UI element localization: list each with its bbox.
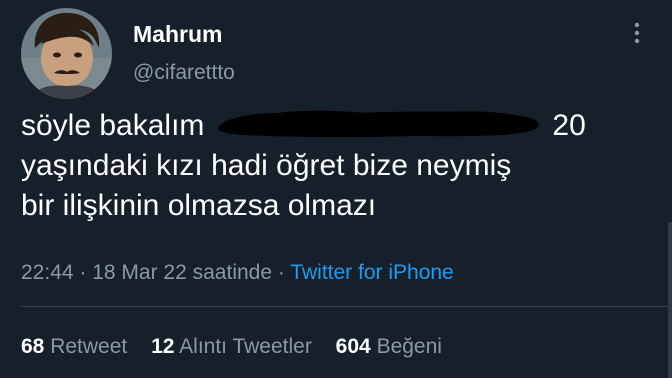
tweet-meta: 22:44 · 18 Mar 22 saatinde · Twitter for… bbox=[21, 260, 454, 286]
tweet-line-3: bir ilişkinin olmazsa olmazı bbox=[21, 189, 377, 222]
scrollbar[interactable] bbox=[668, 222, 672, 378]
tweet-card: Mahrum @cifaretttо söyle bakalım 20 yaşı… bbox=[0, 0, 672, 378]
tweet-date[interactable]: 18 Mar 22 saatinde bbox=[92, 261, 272, 284]
avatar[interactable] bbox=[21, 8, 112, 99]
divider bbox=[21, 306, 672, 307]
tweet-stats: 68 Retweet 12 Alıntı Tweetler 604 Beğeni bbox=[21, 333, 460, 361]
tweet-time[interactable]: 22:44 bbox=[21, 261, 74, 284]
retweet-count[interactable]: 68 Retweet bbox=[21, 333, 127, 361]
tweet-text-start: söyle bakalım bbox=[21, 109, 205, 142]
tweet-line-1: söyle bakalım 20 bbox=[21, 106, 661, 146]
user-handle[interactable]: @cifaretttо bbox=[133, 60, 235, 86]
tweet-text-end: 20 bbox=[552, 109, 586, 142]
meta-separator: · bbox=[272, 261, 291, 284]
tweet-line-2: yaşındaki kızı hadi öğret bize neymiş bbox=[21, 149, 512, 182]
tweet-source-link[interactable]: Twitter for iPhone bbox=[290, 261, 453, 284]
display-name[interactable]: Mahrum bbox=[133, 20, 222, 48]
tweet-text: söyle bakalım 20 yaşındaki kızı hadi öğr… bbox=[21, 106, 661, 226]
quote-tweet-count[interactable]: 12 Alıntı Tweetler bbox=[151, 333, 312, 361]
like-count[interactable]: 604 Beğeni bbox=[336, 333, 442, 361]
more-options-icon[interactable] bbox=[628, 20, 646, 50]
meta-separator: · bbox=[73, 261, 93, 284]
redaction-scribble bbox=[214, 109, 544, 139]
